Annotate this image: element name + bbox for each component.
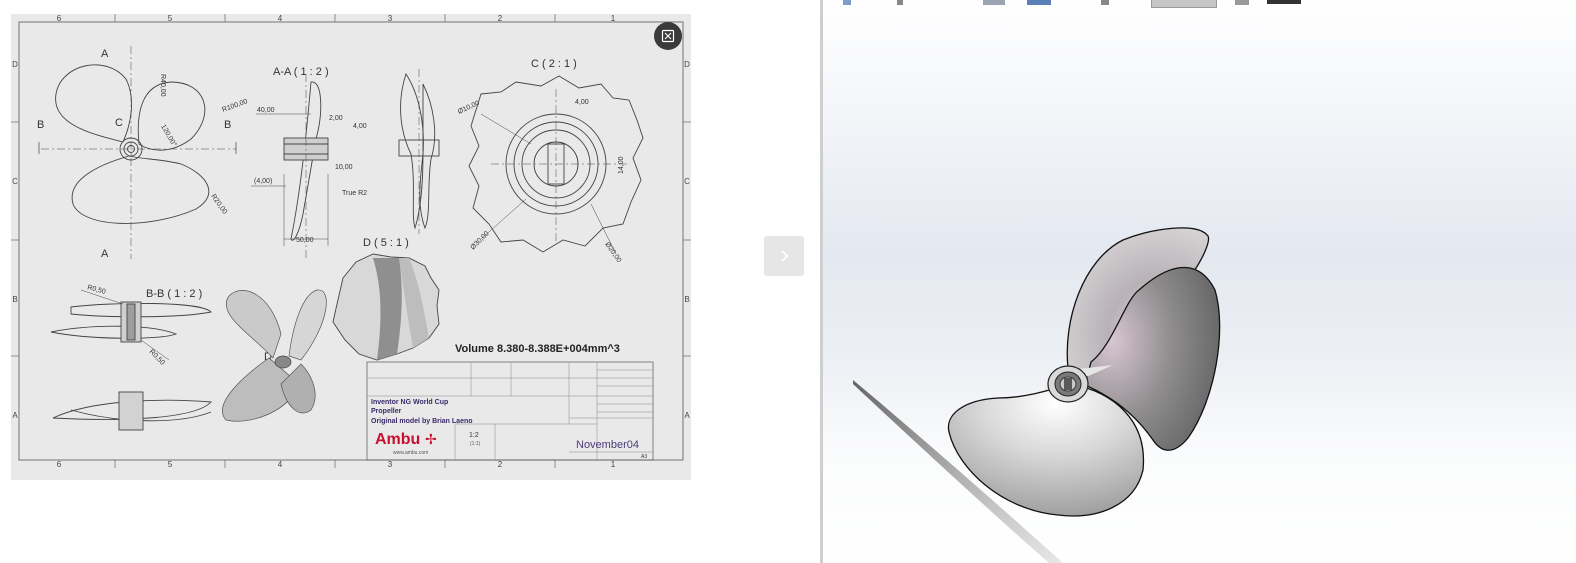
drawing-canvas: 6 5 4 3 2 1 6 5 4 3 2 1 D C B A D C B A — [11, 14, 691, 469]
border-number-bottom-4: 4 — [278, 460, 283, 469]
volume-label: Volume 8.380-8.388E+004mm^3 — [455, 343, 620, 355]
technical-drawing-sheet: 6 5 4 3 2 1 6 5 4 3 2 1 D C B A D C B A — [11, 14, 691, 480]
border-letter-left-a: A — [12, 411, 18, 420]
section-label-a-bottom: A — [101, 248, 109, 260]
border-number-bottom-1: 1 — [611, 460, 616, 469]
border-letter-left-d: D — [12, 60, 18, 69]
section-aa-view — [251, 74, 329, 259]
title-block-line1: Inventor NG World Cup — [371, 399, 448, 406]
title-block-scale: 1:2 — [469, 432, 479, 439]
view-bb-title: B-B ( 1 : 2 ) — [146, 288, 202, 300]
border-letter-left-b: B — [12, 295, 17, 304]
ambu-website: www.ambu.com — [393, 450, 428, 456]
border-letter-left-c: C — [12, 177, 18, 186]
border-letter-right-d: D — [684, 60, 690, 69]
title-block-doc-name: November04 — [576, 439, 639, 451]
dim-50: 50,00 — [296, 237, 314, 244]
dim-4: 4,00 — [353, 123, 367, 130]
border-number-bottom-5: 5 — [168, 460, 173, 469]
section-label-b-left: B — [37, 119, 44, 131]
propeller-3d-model — [853, 227, 1221, 563]
dim-dia-20: Ø20,00 — [603, 241, 622, 264]
ambu-logo: Ambu — [375, 431, 420, 448]
dim-4-ref: (4,00) — [254, 178, 272, 185]
title-block-scale-sub: (1:1) — [470, 441, 481, 447]
expand-icon — [661, 29, 675, 43]
expand-button[interactable] — [654, 22, 682, 50]
border-number-top-1: 1 — [611, 14, 616, 23]
border-number-top-3: 3 — [388, 14, 393, 23]
dim-r05-top: R0,50 — [86, 284, 106, 296]
hub-keyway — [1064, 378, 1072, 390]
3d-viewport[interactable] — [823, 0, 1576, 563]
propeller-bottom-view — [52, 391, 212, 431]
border-number-bottom-3: 3 — [388, 460, 393, 469]
dim-angle-120: 120,00° — [159, 123, 178, 148]
detail-d-view — [332, 253, 440, 361]
propeller-side-view — [398, 69, 440, 234]
section-bb-view — [50, 289, 212, 361]
border-number-top-6: 6 — [57, 14, 62, 23]
view-aa-title: A-A ( 1 : 2 ) — [273, 66, 329, 78]
dim-c-4: 4,00 — [575, 99, 589, 106]
dim-40: 40,00 — [257, 107, 275, 114]
dim-14: 14,00 — [618, 156, 625, 174]
border-number-bottom-2: 2 — [498, 460, 503, 469]
border-number-top-2: 2 — [498, 14, 503, 23]
view-d-title: D ( 5 : 1 ) — [363, 237, 409, 249]
dim-2: 2,00 — [329, 115, 343, 122]
dim-10: 10,00 — [335, 164, 353, 171]
dim-r40: R40,00 — [159, 74, 166, 97]
chevron-right-icon — [781, 250, 789, 262]
view-c-title: C ( 2 : 1 ) — [531, 58, 577, 70]
detail-c-view — [468, 75, 644, 255]
propeller-isometric-view — [222, 289, 327, 422]
ambu-logo-mark: ✢ — [425, 431, 437, 447]
border-number-top-4: 4 — [278, 14, 283, 23]
next-slide-button[interactable] — [764, 236, 804, 276]
title-block: Inventor NG World Cup Propeller Original… — [366, 361, 654, 461]
section-label-b-right: B — [224, 119, 231, 131]
dim-dia-10: Ø10,00 — [457, 100, 481, 116]
border-letter-right-c: C — [684, 177, 690, 186]
title-block-sheet-size: A3 — [641, 454, 647, 460]
title-block-line3: Original model by Brian Laeno — [371, 418, 473, 425]
border-number-top-5: 5 — [168, 14, 173, 23]
drawing-preview-pane: 6 5 4 3 2 1 6 5 4 3 2 1 D C B A D C B A — [0, 0, 820, 563]
note-true-r2: True R2 — [342, 190, 367, 197]
dim-r100: R100,00 — [221, 98, 248, 114]
dim-r20: R20,00 — [209, 193, 228, 216]
title-block-line2: Propeller — [371, 408, 402, 415]
border-letter-right-a: A — [684, 411, 690, 420]
dim-dia-30: Ø30,00 — [469, 230, 490, 251]
detail-label-c: C — [115, 117, 123, 129]
border-letter-right-b: B — [684, 295, 689, 304]
section-label-a-top: A — [101, 48, 109, 60]
propeller-front-view — [38, 46, 237, 259]
border-number-bottom-6: 6 — [57, 460, 62, 469]
